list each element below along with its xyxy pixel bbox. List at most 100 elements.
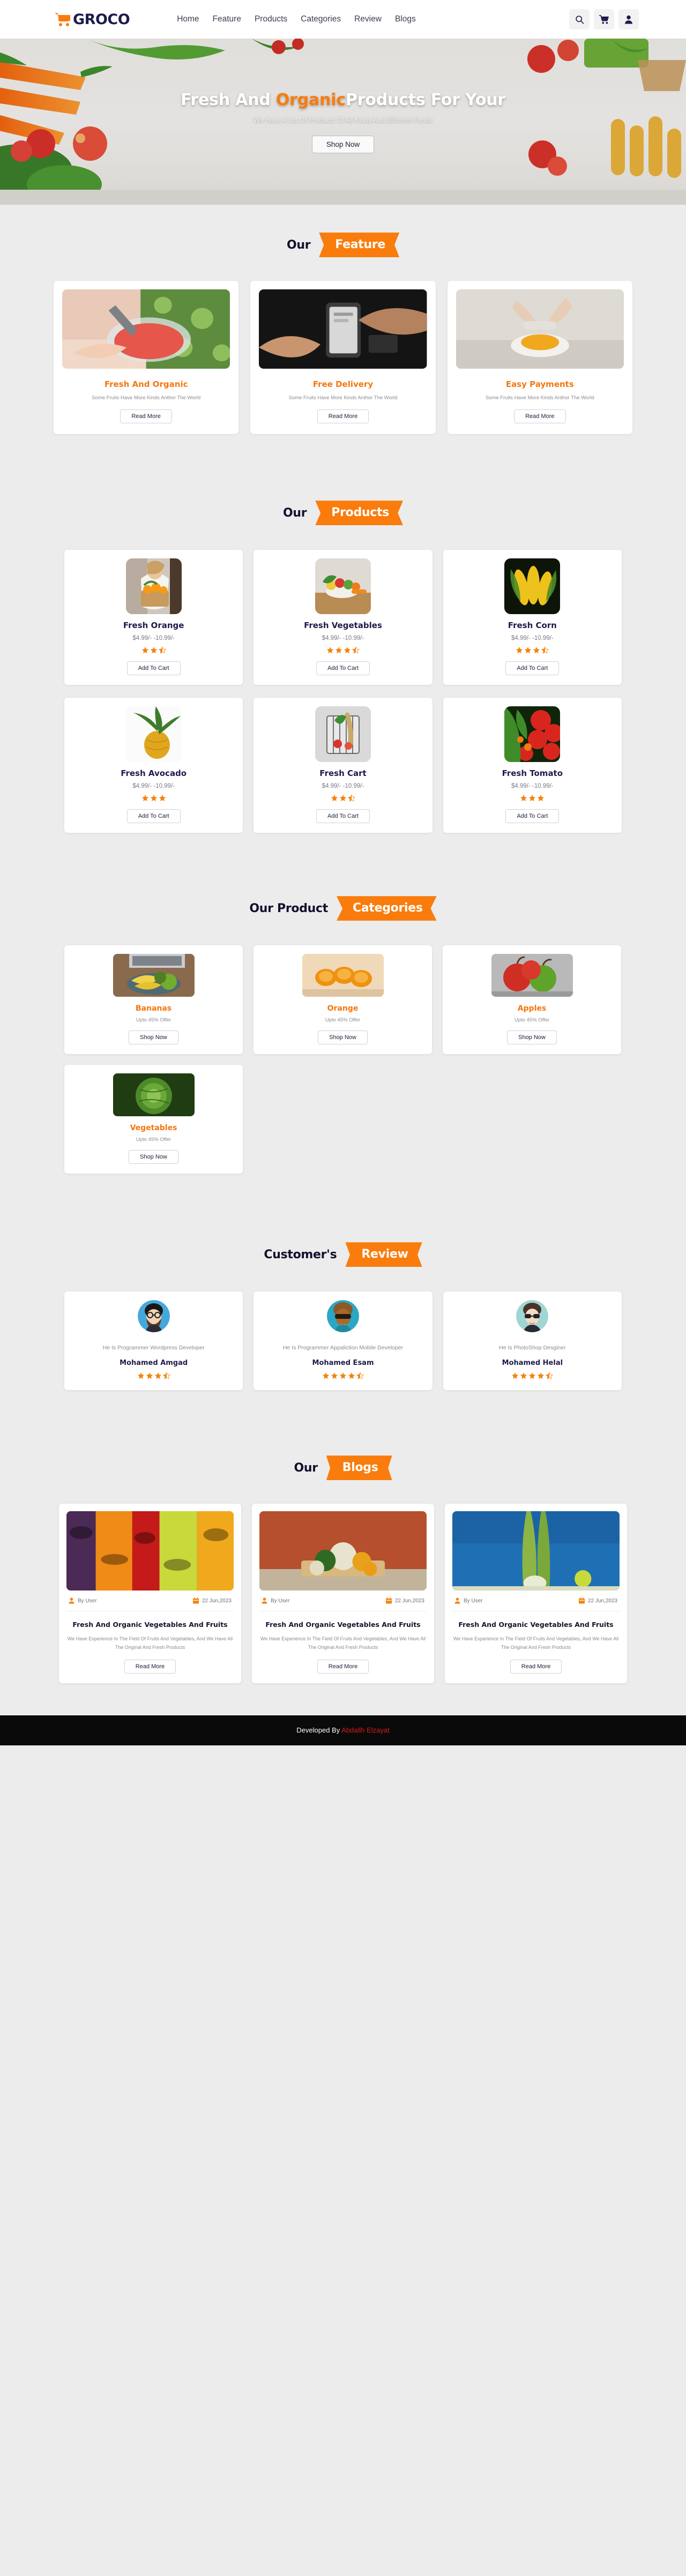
blog-author: By User xyxy=(262,1597,290,1604)
add-to-cart-button[interactable]: Add To Cart xyxy=(316,661,370,676)
brand-name: GROCO xyxy=(73,11,130,28)
blog-card[interactable]: By User 22 Jun,2023 Fresh And Organic Ve… xyxy=(252,1504,434,1683)
footer: Developed By Abdallh Elzayat xyxy=(0,1715,686,1745)
footer-prefix: Developed By xyxy=(296,1726,342,1735)
blog-text: We Have Experience In The Field Of Fruit… xyxy=(453,1636,619,1651)
hero-title-pre: Fresh And xyxy=(180,90,276,109)
product-card[interactable]: Fresh Orange $4.99/- -10.99/- Add To Car… xyxy=(64,550,243,685)
category-card[interactable]: Apples Upto 45% Offer Shop Now xyxy=(443,945,621,1055)
categories-heading-pre: Our Product xyxy=(249,901,328,915)
add-to-cart-button[interactable]: Add To Cart xyxy=(316,809,370,824)
blog-date: 22 Jun,2023 xyxy=(192,1597,232,1604)
blog-read-more-button[interactable]: Read More xyxy=(510,1659,562,1674)
calendar-icon xyxy=(192,1597,199,1604)
feature-section: Our Feature Fresh And Organic Some Fruit… xyxy=(0,205,686,469)
review-card[interactable]: He Is Programmer Appaliction Mobile Deve… xyxy=(253,1291,433,1391)
feature-card[interactable]: Fresh And Organic Some Fruits Have More … xyxy=(54,281,239,435)
search-button[interactable] xyxy=(569,9,590,29)
product-card[interactable]: Fresh Corn $4.99/- -10.99/- Add To Cart xyxy=(443,550,622,685)
feature-description: Some Fruits Have More Kinds Anthor The W… xyxy=(485,395,594,401)
product-card[interactable]: Fresh Avocado $4.99/- -10.99/- Add To Ca… xyxy=(64,698,243,833)
blog-read-more-button[interactable]: Read More xyxy=(317,1659,369,1674)
review-name: Mohamed Helal xyxy=(502,1359,563,1368)
feature-read-more-button[interactable]: Read More xyxy=(514,409,566,424)
categories-heading-ribbon: Categories xyxy=(336,896,437,921)
calendar-icon xyxy=(578,1597,585,1604)
review-card[interactable]: He Is PhotoShop Desginer Mohamed Helal xyxy=(443,1291,622,1391)
reviews-heading: Customer's Review xyxy=(0,1242,686,1267)
product-image-fresh-corn xyxy=(504,558,561,615)
add-to-cart-button[interactable]: Add To Cart xyxy=(126,809,181,824)
product-rating xyxy=(516,646,549,654)
feature-image-delivery xyxy=(259,289,427,369)
star-filled-icon xyxy=(537,1372,545,1379)
product-price: $4.99/- -10.99/- xyxy=(511,635,554,642)
category-shop-now-button[interactable]: Shop Now xyxy=(129,1031,178,1045)
blog-meta: By User 22 Jun,2023 xyxy=(66,1597,234,1612)
category-card[interactable]: Bananas Upto 45% Offer Shop Now xyxy=(64,945,243,1055)
footer-developer-name[interactable]: Abdallh Elzayat xyxy=(341,1726,390,1734)
category-image-vegetables xyxy=(113,1073,195,1117)
account-button[interactable] xyxy=(618,9,639,29)
category-shop-now-button[interactable]: Shop Now xyxy=(129,1150,178,1164)
category-card[interactable]: Orange Upto 45% Offer Shop Now xyxy=(253,945,432,1055)
category-name: Bananas xyxy=(135,1004,172,1013)
reviews-heading-pre: Customer's xyxy=(264,1248,337,1261)
product-card[interactable]: Fresh Tomato $4.99/- -10.99/- Add To Car… xyxy=(443,698,622,833)
cart-button[interactable] xyxy=(594,9,614,29)
feature-title: Free Delivery xyxy=(312,379,374,389)
nav-link-feature[interactable]: Feature xyxy=(213,14,241,24)
feature-read-more-button[interactable]: Read More xyxy=(120,409,172,424)
product-card[interactable]: Fresh Vegetables $4.99/- -10.99/- Add To… xyxy=(253,550,433,685)
product-name: Fresh Corn xyxy=(508,621,557,631)
review-card[interactable]: He Is Programmer Wordpress Developer Moh… xyxy=(64,1291,243,1391)
nav-actions xyxy=(569,9,639,29)
product-rating xyxy=(331,794,355,802)
blog-read-more-button[interactable]: Read More xyxy=(124,1659,176,1674)
nav-link-blogs[interactable]: Blogs xyxy=(395,14,416,24)
hero-subtitle: We Have A Lot Of Products Of All Kinds A… xyxy=(253,116,433,124)
nav-link-products[interactable]: Products xyxy=(255,14,287,24)
star-half-icon xyxy=(162,1372,170,1379)
star-filled-icon xyxy=(520,794,527,802)
blog-card[interactable]: By User 22 Jun,2023 Fresh And Organic Ve… xyxy=(59,1504,241,1683)
blog-image-vegetable-basket xyxy=(259,1511,427,1591)
add-to-cart-button[interactable]: Add To Cart xyxy=(505,809,560,824)
products-heading: Our Products xyxy=(0,501,686,526)
hero-shop-now-button[interactable]: Shop Now xyxy=(311,135,375,153)
products-heading-ribbon: Products xyxy=(315,501,404,526)
feature-read-more-button[interactable]: Read More xyxy=(317,409,369,424)
feature-description: Some Fruits Have More Kinds Anthor The W… xyxy=(288,395,398,401)
feature-title: Easy Payments xyxy=(505,379,574,389)
products-grid: Fresh Orange $4.99/- -10.99/- Add To Car… xyxy=(64,550,622,833)
blog-date-label: 22 Jun,2023 xyxy=(394,1597,424,1604)
feature-card[interactable]: Free Delivery Some Fruits Have More Kind… xyxy=(250,281,436,435)
category-card[interactable]: Vegetables Upto 45% Offer Shop Now xyxy=(64,1065,243,1174)
brand-logo[interactable]: GROCO xyxy=(54,11,130,28)
feature-grid: Fresh And Organic Some Fruits Have More … xyxy=(54,281,632,435)
nav-link-categories[interactable]: Categories xyxy=(301,14,341,24)
star-filled-icon xyxy=(528,1372,536,1379)
star-filled-icon xyxy=(141,646,149,654)
blog-card[interactable]: By User 22 Jun,2023 Fresh And Organic Ve… xyxy=(445,1504,627,1683)
category-shop-now-button[interactable]: Shop Now xyxy=(318,1031,368,1045)
category-shop-now-button[interactable]: Shop Now xyxy=(507,1031,557,1045)
add-to-cart-button[interactable]: Add To Cart xyxy=(126,661,181,676)
add-to-cart-button[interactable]: Add To Cart xyxy=(505,661,560,676)
navbar: GROCO Home Feature Products Categories R… xyxy=(0,0,686,39)
review-name: Mohamed Esam xyxy=(312,1359,374,1368)
nav-link-home[interactable]: Home xyxy=(177,14,199,24)
star-filled-icon xyxy=(150,646,158,654)
product-rating xyxy=(326,646,360,654)
product-card[interactable]: Fresh Cart $4.99/- -10.99/- Add To Cart xyxy=(253,698,433,833)
avatar-sunglasses-man xyxy=(326,1300,359,1333)
star-half-icon xyxy=(546,1372,554,1379)
star-filled-icon xyxy=(533,646,540,654)
feature-heading: Our Feature xyxy=(0,233,686,257)
product-price: $4.99/- -10.99/- xyxy=(322,635,364,642)
nav-link-review[interactable]: Review xyxy=(354,14,382,24)
star-filled-icon xyxy=(159,794,166,802)
feature-card[interactable]: Easy Payments Some Fruits Have More Kind… xyxy=(447,281,632,435)
star-half-icon xyxy=(352,646,360,654)
blog-title: Fresh And Organic Vegetables And Fruits xyxy=(265,1621,421,1629)
